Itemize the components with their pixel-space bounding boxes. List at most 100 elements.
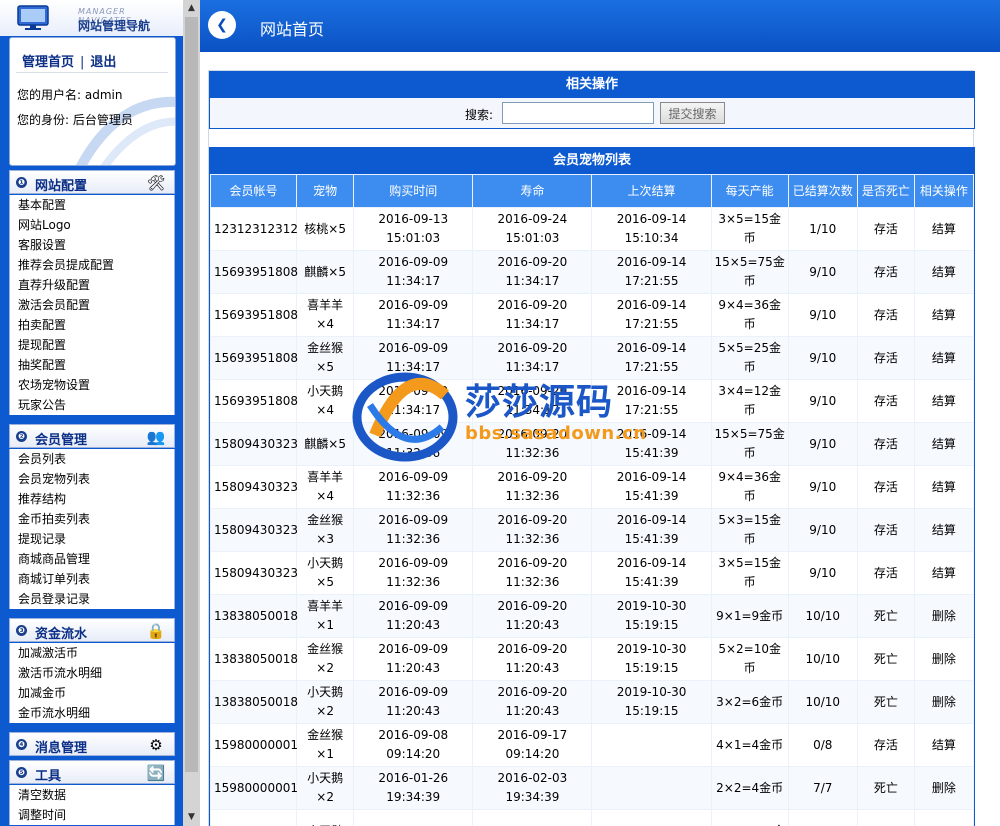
menu-item[interactable]: 金币拍卖列表 (10, 509, 174, 529)
menu-item[interactable]: 金币流水明细 (10, 703, 174, 723)
row-action-link[interactable]: 结算 (914, 724, 973, 766)
row-action-link[interactable]: 结算 (914, 294, 973, 336)
row-action-link[interactable]: 结算 (914, 423, 973, 465)
table-row: 15809430323 金丝猴×3 2016-09-09 11:32:36 2016-… (211, 509, 973, 551)
table-cell: 2016-09-17 09:14:20 (473, 724, 592, 766)
table-cell: 麒麟×5 (297, 423, 354, 465)
menu-item[interactable]: 直荐升级配置 (10, 275, 174, 295)
table-cell: 2016-09-09 11:34:17 (354, 380, 473, 422)
section-header-funds[interactable]: ❸ 资金流水 🔒 (9, 618, 175, 642)
table-cell: 13838050018 (211, 595, 298, 637)
table-cell: 2016-09-09 11:20:43 (354, 638, 473, 680)
submit-search-button[interactable]: 提交搜索 (660, 102, 725, 124)
row-action-link[interactable]: 结算 (914, 509, 973, 551)
table-cell: 2016-09-20 11:20:43 (473, 681, 592, 723)
collapse-icon: ❸ (16, 625, 27, 636)
table-cell: 15×5=75金币 (711, 423, 788, 465)
menu-item[interactable]: 基本配置 (10, 195, 174, 215)
table-cell: 麒麟×5 (297, 251, 354, 293)
table-cell: 存活 (857, 466, 914, 508)
menu-item[interactable]: 会员列表 (10, 449, 174, 469)
search-input[interactable] (502, 102, 654, 124)
menu-item[interactable]: 会员登录记录 (10, 589, 174, 609)
row-action-link[interactable]: 删除 (914, 767, 973, 809)
sidebar-scrollbar[interactable]: ▲ ▼ (183, 0, 200, 826)
table-cell: 9/10 (788, 466, 857, 508)
section-header-messages[interactable]: ❹ 消息管理 ⚙ (9, 732, 175, 756)
table-cell: 15693951808 (211, 380, 298, 422)
table-cell: 2019-10-30 15:19:15 (592, 681, 711, 723)
menu-item[interactable]: 提现配置 (10, 335, 174, 355)
menu-item[interactable]: 会员宠物列表 (10, 469, 174, 489)
table-cell: 存活 (857, 294, 914, 336)
menu-item[interactable]: 商城订单列表 (10, 569, 174, 589)
menu-item[interactable]: 推荐会员提成配置 (10, 255, 174, 275)
table-cell: 2016-09-13 15:01:03 (354, 208, 473, 250)
menu-item[interactable]: 网站Logo (10, 215, 174, 235)
row-action-link[interactable]: 删除 (914, 681, 973, 723)
section-header-tools[interactable]: ❺ 工具 🔄 (9, 760, 175, 784)
pet-list-caption: 会员宠物列表 (210, 148, 974, 174)
scroll-down-icon[interactable]: ▼ (183, 809, 200, 826)
table-row: 13838050018 金丝猴×2 2016-09-09 11:20:43 2016-… (211, 638, 973, 680)
table-row: 15809430323 麒麟×5 2016-09-09 11:32:36 2016-0… (211, 423, 973, 465)
table-cell: 2016-09-20 11:34:17 (473, 251, 592, 293)
menu-item[interactable]: 抽奖配置 (10, 355, 174, 375)
row-action-link[interactable]: 结算 (914, 251, 973, 293)
menu-item[interactable]: 农场宠物设置 (10, 375, 174, 395)
table-cell: 2016-09-24 15:01:03 (473, 208, 592, 250)
menu-item[interactable]: 商城商品管理 (10, 549, 174, 569)
operations-panel: 相关操作 搜索: 提交搜索 (209, 71, 975, 129)
home-link[interactable]: 管理首页 (22, 55, 74, 70)
menu-item[interactable]: 调整时间 (10, 805, 174, 825)
section-header-site-config[interactable]: ❶ 网站配置 🛠 (9, 170, 175, 194)
table-cell: 9×4=36金币 (711, 466, 788, 508)
table-cell: 金丝猴×2 (297, 638, 354, 680)
logout-link[interactable]: 退出 (90, 55, 116, 70)
menu-item[interactable]: 拍卖配置 (10, 315, 174, 335)
row-action-link[interactable]: 结算 (914, 380, 973, 422)
back-icon[interactable]: ❮ (208, 11, 236, 39)
table-cell: 2×10=20金 (711, 810, 788, 826)
scroll-up-icon[interactable]: ▲ (183, 0, 200, 17)
table-cell: 2016-09-09 11:34:17 (354, 294, 473, 336)
column-header: 寿命 (473, 175, 592, 207)
table-cell: 2016-09-20 11:34:17 (473, 380, 592, 422)
menu-item[interactable]: 加减激活币 (10, 643, 174, 663)
table-cell (857, 810, 914, 826)
row-action-link[interactable]: 结算 (914, 208, 973, 250)
menu-item[interactable]: 客服设置 (10, 235, 174, 255)
table-cell: 2016-09-20 11:34:17 (473, 294, 592, 336)
table-cell: 2016-09-08 09:14:20 (354, 724, 473, 766)
menu-item[interactable]: 加减金币 (10, 683, 174, 703)
menu-item[interactable]: 激活币流水明细 (10, 663, 174, 683)
menu-item[interactable]: 激活会员配置 (10, 295, 174, 315)
row-action-link[interactable]: 删除 (914, 638, 973, 680)
row-action-link[interactable]: 删除 (914, 595, 973, 637)
row-action-link[interactable] (914, 810, 973, 826)
table-cell: 2016-09-20 11:32:36 (473, 466, 592, 508)
row-action-link[interactable]: 结算 (914, 552, 973, 594)
sidebar-logo: MANAGER NAVIGATES 网站管理导航 (0, 0, 183, 36)
menu-item[interactable]: 提现记录 (10, 529, 174, 549)
menu-item[interactable]: 玩家公告 (10, 395, 174, 415)
table-cell: 15980000001 (211, 767, 298, 809)
collapse-icon: ❷ (16, 431, 27, 442)
row-action-link[interactable]: 结算 (914, 337, 973, 379)
table-cell: 死亡 (857, 681, 914, 723)
section-title: 工具 (35, 769, 62, 784)
table-cell: 2016-09-09 11:20:43 (354, 595, 473, 637)
table-cell: 9×1=9金币 (711, 595, 788, 637)
section-header-member-management[interactable]: ❷ 会员管理 👥 (9, 424, 175, 448)
menu-item[interactable]: 清空数据 (10, 785, 174, 805)
row-action-link[interactable]: 结算 (914, 466, 973, 508)
table-cell: 2016-09-14 15:41:39 (592, 509, 711, 551)
table-cell: 小天鹅×2 (297, 681, 354, 723)
table-cell: 13838050018 (211, 638, 298, 680)
table-cell: 2016-09-14 15:41:39 (592, 552, 711, 594)
table-cell: 10/10 (788, 681, 857, 723)
menu-item[interactable]: 推荐结构 (10, 489, 174, 509)
table-cell: 小天鹅×4 (297, 380, 354, 422)
scroll-thumb[interactable] (185, 17, 198, 772)
table-cell: 9/10 (788, 380, 857, 422)
